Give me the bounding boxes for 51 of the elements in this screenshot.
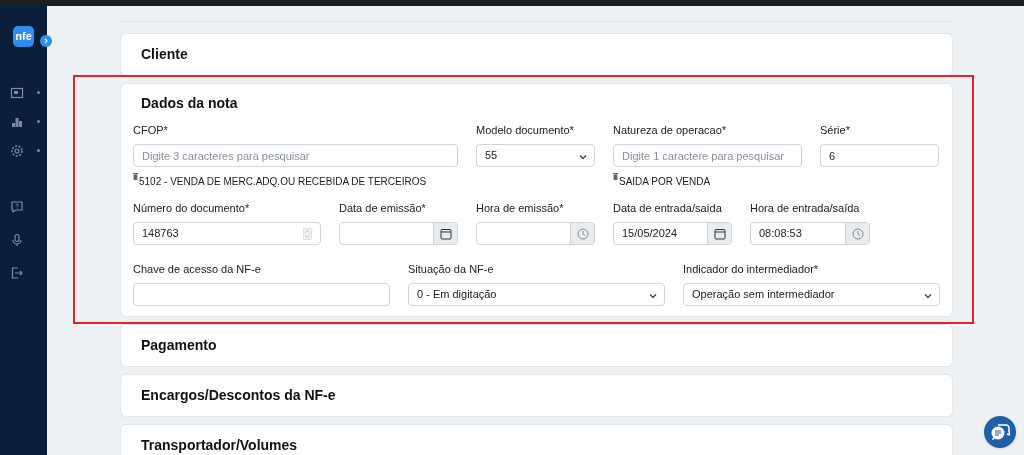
time-field[interactable]: 08:08:53: [750, 222, 870, 245]
time-field[interactable]: [476, 222, 595, 245]
field-label: Data de emissão*: [339, 201, 427, 215]
microphone-icon[interactable]: [10, 232, 24, 247]
field-label: Chave de acesso da NF-e: [133, 262, 262, 276]
number-field[interactable]: 148763: [133, 222, 321, 245]
field-label: Modelo documento*: [476, 123, 575, 137]
input-field[interactable]: 6: [820, 144, 939, 167]
field-label: Hora de entrada/saída: [750, 201, 861, 215]
calendar-button[interactable]: [707, 223, 731, 244]
select-field[interactable]: Operação sem intermediador: [683, 283, 940, 306]
search-field[interactable]: Digite 3 caracteres para pesquisar: [133, 144, 458, 167]
input-field[interactable]: [133, 283, 390, 306]
field-label: Número do documento*: [133, 201, 251, 215]
calendar-icon: [439, 227, 452, 240]
clock-icon: [576, 227, 589, 240]
date-field[interactable]: [339, 222, 458, 245]
expand-button[interactable]: [40, 35, 52, 47]
search-field[interactable]: Digite 1 caractere para pesquisar: [613, 144, 802, 167]
field-label: Data de entrada/saída: [613, 201, 723, 215]
field-label: Natureza de operacao*: [613, 123, 728, 137]
date-field[interactable]: 15/05/2024: [613, 222, 732, 245]
section-title[interactable]: Cliente: [133, 46, 940, 63]
selected-option: 5102 - VENDA DE MERC.ADQ.OU RECEBIDA DE TERCEIROS: [139, 174, 427, 189]
trash-icon[interactable]: [613, 173, 618, 180]
trash-icon[interactable]: [133, 173, 138, 180]
section-title[interactable]: Pagamento: [133, 337, 940, 354]
calendar-icon: [713, 227, 726, 240]
chat-button[interactable]: [984, 416, 1016, 448]
field-label: Indicador do intermediador*: [683, 262, 820, 276]
section-title[interactable]: Transportador/Volumes: [133, 437, 940, 454]
field-label: CFOP*: [133, 123, 169, 137]
clock-icon: [851, 227, 864, 240]
newspaper-icon[interactable]: [10, 85, 24, 100]
settings-icon[interactable]: [10, 143, 24, 158]
field-label: Série*: [820, 123, 851, 137]
help-icon[interactable]: [10, 199, 24, 214]
field-label: Situação da NF-e: [408, 262, 495, 276]
selected-option: SAIDA POR VENDA: [619, 174, 711, 189]
select-field[interactable]: 55: [476, 144, 595, 167]
logo: nfe: [13, 26, 34, 47]
chat-icon: [990, 423, 1010, 441]
field-label: Hora de emissão*: [476, 201, 565, 215]
clock-button[interactable]: [570, 223, 594, 244]
clock-button[interactable]: [845, 223, 869, 244]
logout-icon[interactable]: [10, 265, 24, 280]
section-title[interactable]: Dados da nota: [133, 95, 940, 112]
calendar-button[interactable]: [433, 223, 457, 244]
select-field[interactable]: 0 - Em digitação: [408, 283, 665, 306]
section-title[interactable]: Encargos/Descontos da NF-e: [133, 387, 940, 404]
chevron-icon: [43, 38, 49, 44]
